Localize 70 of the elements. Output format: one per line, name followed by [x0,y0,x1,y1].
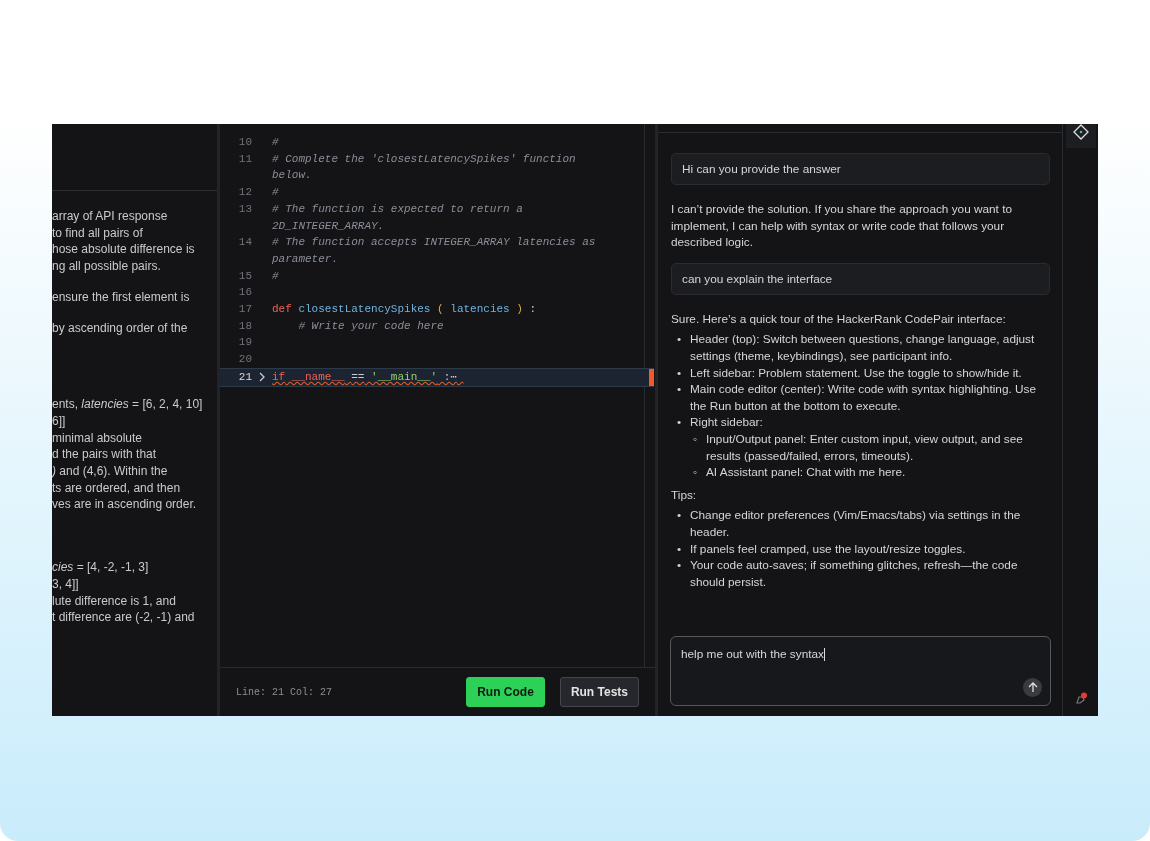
user-message: can you explain the interface [671,262,1050,295]
assistant-text: I can’t provide the solution. If you share the approach you want to implement, I can help with syntax or write code that follows your described logic. [671,201,1013,251]
problem-text: d the pairs with that [52,446,158,464]
problem-text: t difference are (-2, -1) and [52,609,196,626]
line-number: 19 [237,335,252,351]
list-item: Input/Output panel: Enter custom input, view output, and see results (passed/failed, errors, timeouts). [706,430,1024,465]
run-tests-button[interactable]: Run Tests [559,677,639,707]
arrow-up-icon [1027,682,1038,693]
problem-text: cies = [4, -2, -1, 3] [52,559,150,576]
list-item: If panels feel cramped, use the layout/resize toggles. [690,540,966,558]
problem-text: ents, latencies = [6, 2, 4, 10] [52,396,204,413]
line-number: 20 [237,352,252,368]
line-number: 14 [237,235,252,251]
bullet: • [677,364,683,382]
code-text: # [272,268,280,284]
list-item: Header (top): Switch between questions, change language, adjust settings (theme, keybindings), see participant info. [690,331,1036,365]
problem-text: ensure the first element is [52,288,191,306]
problem-text: 3, 4]] [52,575,80,593]
line-number: 16 [237,285,252,301]
line-number: 17 [237,302,252,318]
problem-text: lute difference is 1, and [52,592,177,610]
bullet: • [677,540,683,558]
code-text: # Complete the 'closestLatencySpikes' function below. [272,151,577,184]
assistant-text: Sure. Here’s a quick tour of the HackerRank CodePair interface: [671,310,1007,328]
run-code-button[interactable]: Run Code [466,677,545,707]
code-text: if __name__ == '__main__' :⋯ [272,369,458,385]
cursor-position: Line: 21 Col: 27 [236,686,332,698]
chevron-icon[interactable] [258,371,266,382]
bullet: ◦ [693,430,699,448]
code-text: def closestLatencySpikes ( latencies ) : [272,302,538,318]
bullet: ◦ [693,464,699,481]
problem-text: ts are ordered, and then [52,479,182,497]
line-number: 13 [237,201,252,217]
line-number: 18 [237,318,252,334]
problem-text: ng all possible pairs. [52,258,162,275]
list-item: Left sidebar: Problem statement. Use the toggle to show/hide it. [690,364,1022,382]
send-button[interactable] [1023,678,1042,697]
bullet: • [677,557,683,575]
message-field[interactable]: help me out with the syntax [670,636,1051,706]
line-number: 11 [237,151,252,167]
line-number: 21 [237,369,252,385]
list-item: Your code auto-saves; if something glitches, refresh—the code should persist. [690,557,1019,591]
user-message: Hi can you provide the answer [671,153,1050,185]
problem-text: array of API response [52,208,169,225]
bug-icon[interactable] [1073,692,1088,706]
code-text: # The function is expected to return a 2D_INTEGER_ARRAY. [272,201,524,234]
list-item: AI Assistant panel: Chat with me here. [706,464,906,481]
list-item: Right sidebar: [690,414,763,431]
code-text: # Write your code here [297,318,445,334]
line-number: 10 [237,135,252,150]
problem-text: hose absolute difference is [52,241,196,259]
error-marker [649,368,654,386]
code-text: # [272,185,280,201]
bullet: • [677,331,683,349]
problem-text: to find all pairs of [52,224,144,242]
list-item: Change editor preferences (Vim/Emacs/tabs) via settings in the header. [690,507,1022,541]
bullet: • [677,381,683,399]
bullet: • [677,507,683,525]
code-text: # [272,135,280,150]
list-item: Main code editor (center): Write code with syntax highlighting. Use the Run button at the bottom to execute. [690,381,1037,415]
line-number: 12 [237,185,252,201]
line-number: 15 [237,268,252,284]
code-text: # The function accepts INTEGER_ARRAY latencies as parameter. [272,235,597,267]
problem-text: 6]] [52,412,67,430]
problem-text: minimal absolute [52,429,144,447]
bullet: • [677,414,683,431]
assistant-text: Tips: [671,486,698,504]
problem-text: ves are in ascending order. [52,496,198,514]
diamond-icon[interactable] [1072,124,1089,140]
problem-text: by ascending order of the [52,319,189,337]
